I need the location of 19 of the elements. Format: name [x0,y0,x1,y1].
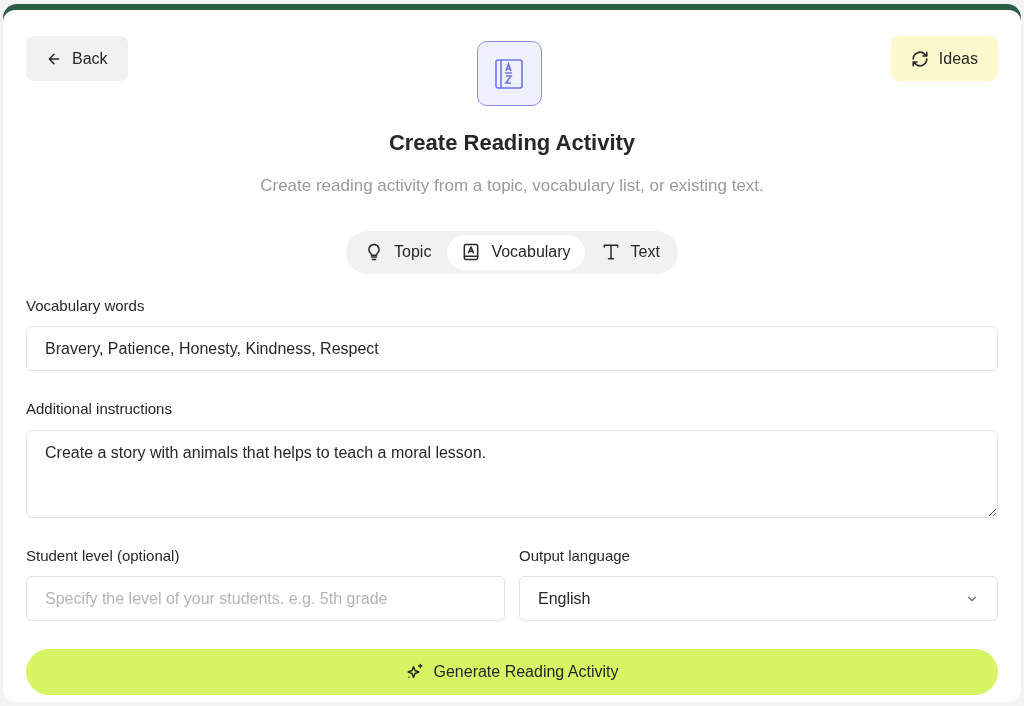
mode-tab[interactable]: Vocabulary [447,234,585,270]
vocabulary-input[interactable]: Bravery, Patience, Honesty, Kindness, Respect [26,326,998,371]
sparkle-icon [405,663,424,681]
dictionary-icon [494,57,525,90]
back-button[interactable]: Back [26,36,128,81]
student-level-input[interactable]: Specify the level of your students. e.g. 5th grade [26,576,505,621]
ideas-button[interactable]: Ideas [890,36,998,81]
language-select[interactable]: English [519,576,998,621]
mode-tab[interactable]: Text [586,234,674,270]
field-label: Vocabulary words [26,295,146,316]
field-label: Additional instructions [26,399,173,419]
generate-button[interactable]: Generate Reading Activity [26,649,998,695]
field-label: Student level (optional) [26,545,181,566]
mode-tab[interactable]: Topic [350,234,446,270]
instructions-textarea[interactable]: Create a story with animals that helps to teach a moral lesson. [26,429,998,518]
field-label: Output language [519,545,631,566]
page-subtitle: Create reading activity from a topic, vocabulary list, or existing text. [259,175,765,197]
refresh-icon [910,49,929,68]
page-title: Create Reading Activity [387,129,637,157]
